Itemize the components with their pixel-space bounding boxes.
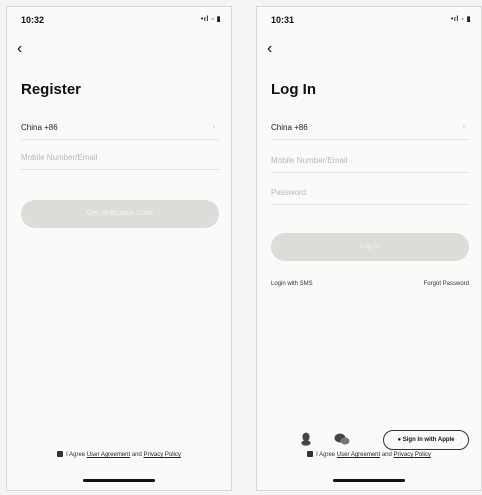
page-title: Register bbox=[21, 81, 82, 98]
get-verification-code-button[interactable]: Get Verification Code bbox=[21, 200, 219, 228]
qq-icon[interactable] bbox=[301, 432, 311, 446]
agree-checkbox[interactable] bbox=[307, 451, 314, 457]
user-agreement-link[interactable]: User Agreement bbox=[337, 452, 380, 458]
mobile-email-placeholder: Mobile Number/Email bbox=[21, 153, 98, 162]
wechat-icon[interactable] bbox=[334, 433, 350, 445]
agree-and: and bbox=[381, 452, 392, 458]
back-arrow-icon[interactable]: ‹ bbox=[267, 41, 272, 57]
status-icons: •ıl ◦ ▮ bbox=[450, 16, 471, 23]
privacy-policy-link[interactable]: Privacy Policy bbox=[144, 452, 181, 458]
home-indicator bbox=[333, 479, 405, 482]
chevron-right-icon: › bbox=[212, 122, 215, 131]
password-input[interactable]: Password bbox=[271, 182, 469, 205]
home-indicator bbox=[83, 479, 155, 482]
country-selector[interactable]: China +86 › bbox=[21, 117, 219, 140]
agree-checkbox[interactable] bbox=[57, 451, 64, 457]
forgot-password-link[interactable]: Forgot Password bbox=[424, 281, 469, 287]
country-code: China +86 bbox=[21, 123, 58, 132]
mobile-email-placeholder: Mobile Number/Email bbox=[271, 156, 348, 165]
login-screen: 10:31 •ıl ◦ ▮ ‹ Log In China +86 › Mobil… bbox=[256, 6, 482, 491]
login-with-sms-link[interactable]: Login with SMS bbox=[271, 281, 313, 287]
country-selector[interactable]: China +86 › bbox=[271, 117, 469, 140]
mobile-email-input[interactable]: Mobile Number/Email bbox=[21, 147, 219, 170]
status-bar: 10:31 •ıl ◦ ▮ bbox=[269, 15, 471, 27]
agreement-row: I Agree User Agreement and Privacy Polic… bbox=[7, 451, 231, 458]
mobile-email-input[interactable]: Mobile Number/Email bbox=[271, 150, 469, 173]
status-time: 10:32 bbox=[21, 15, 45, 25]
agreement-row: I Agree User Agreement and Privacy Polic… bbox=[257, 451, 481, 458]
user-agreement-link[interactable]: User Agreement bbox=[87, 452, 130, 458]
agree-and: and bbox=[131, 452, 142, 458]
agree-prefix: I Agree bbox=[66, 452, 86, 458]
agree-prefix: I Agree bbox=[316, 452, 336, 458]
password-placeholder: Password bbox=[271, 188, 307, 197]
status-time: 10:31 bbox=[271, 15, 295, 25]
sign-in-with-apple-button[interactable]: ● Sign In with Apple bbox=[383, 430, 469, 450]
chevron-right-icon: › bbox=[462, 122, 465, 131]
page-title: Log In bbox=[271, 81, 316, 98]
back-arrow-icon[interactable]: ‹ bbox=[17, 41, 22, 57]
social-login-row: ● Sign In with Apple bbox=[271, 430, 469, 450]
apple-icon: ● bbox=[397, 437, 402, 443]
register-screen: 10:32 •ıl ◦ ▮ ‹ Register China +86 › Mob… bbox=[6, 6, 232, 491]
login-button[interactable]: Log In bbox=[271, 233, 469, 261]
privacy-policy-link[interactable]: Privacy Policy bbox=[394, 452, 431, 458]
status-bar: 10:32 •ıl ◦ ▮ bbox=[19, 15, 221, 27]
status-icons: •ıl ◦ ▮ bbox=[200, 16, 221, 23]
country-code: China +86 bbox=[271, 123, 308, 132]
apple-button-label: Sign In with Apple bbox=[402, 437, 455, 443]
